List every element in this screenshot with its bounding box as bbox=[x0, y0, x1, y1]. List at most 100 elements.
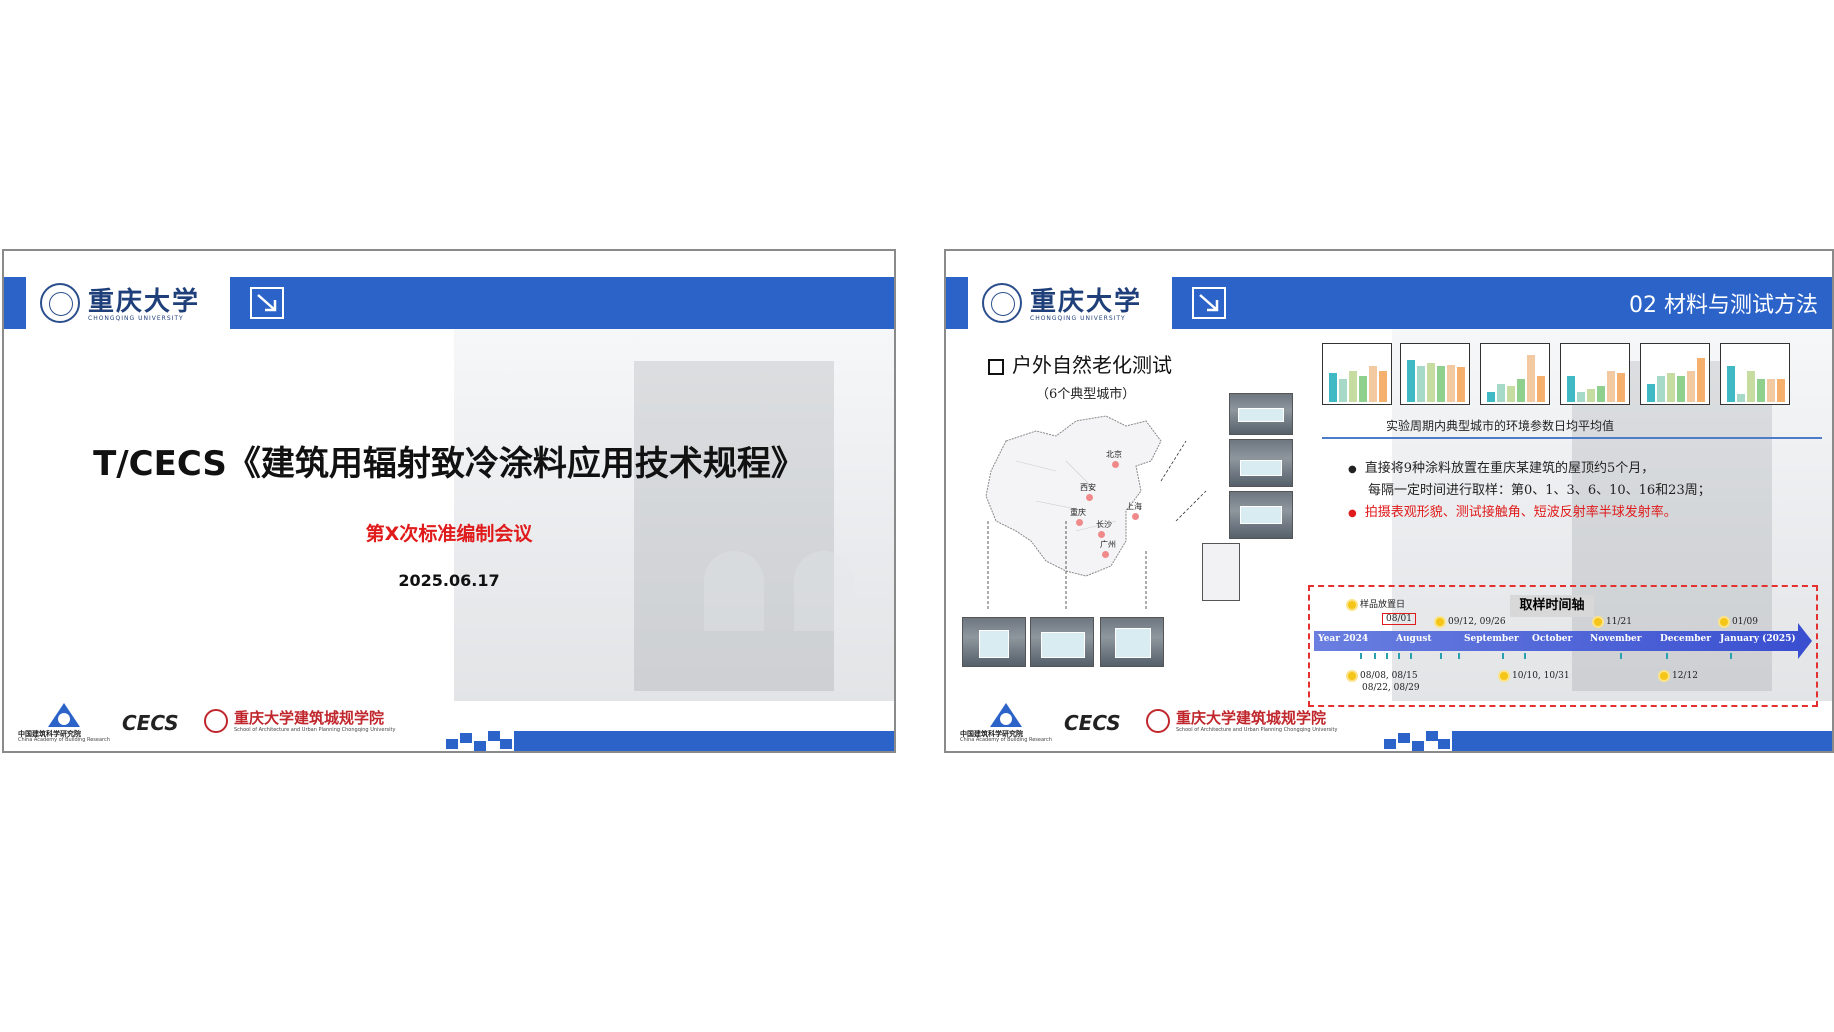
env-mini-bar bbox=[1487, 392, 1495, 402]
bullet-item: ● 直接将9种涂料放置在重庆某建筑的屋顶约5个月， bbox=[1348, 461, 1655, 476]
env-mini-bar bbox=[1437, 366, 1445, 402]
timeline-placement-label: 样品放置日 bbox=[1348, 597, 1405, 610]
slide-title: T/CECS《建筑用辐射致冷涂料应用技术规程》 bbox=[93, 444, 805, 484]
footer-checker-pattern bbox=[1382, 731, 1452, 751]
rooftop-photo bbox=[962, 617, 1026, 667]
footer-org-en: China Academy of Building Research bbox=[960, 737, 1052, 743]
env-mini-bar bbox=[1329, 373, 1337, 402]
university-logo: 重庆大学 CHONGQING UNIVERSITY bbox=[968, 277, 1172, 329]
timeline-arrowhead bbox=[1798, 623, 1812, 659]
sun-icon bbox=[1436, 617, 1444, 626]
logo-chinese-name: 重庆大学 bbox=[1030, 287, 1143, 317]
sun-icon bbox=[1348, 600, 1356, 609]
env-mini-bar bbox=[1687, 371, 1695, 402]
cabr-logo-icon bbox=[48, 703, 80, 727]
env-mini-bar bbox=[1597, 386, 1605, 402]
env-mini-bar bbox=[1407, 360, 1415, 402]
timeline-note: 09/12, 09/26 bbox=[1436, 617, 1506, 627]
env-mini-bar bbox=[1617, 373, 1625, 402]
header-band: 02 材料与测试方法 bbox=[1172, 277, 1832, 329]
bullet-item: ● 拍摄表观形貌、测试接触角、短波反射率半球发射率。 bbox=[1348, 505, 1677, 520]
env-mini-bar bbox=[1737, 394, 1745, 402]
connector-lines bbox=[987, 440, 1207, 611]
sun-icon bbox=[1594, 617, 1602, 626]
school-seal-icon bbox=[204, 709, 228, 733]
slide-date: 2025.06.17 bbox=[398, 571, 500, 590]
content-heading: 户外自然老化测试 bbox=[988, 349, 1172, 378]
timeline-month: December bbox=[1660, 634, 1712, 644]
env-mini-bar bbox=[1417, 366, 1425, 402]
sampling-timeline: 取样时间轴 样品放置日 08/01 09/12, 09/26 11/21 01/… bbox=[1308, 585, 1818, 707]
env-mini-bar bbox=[1587, 389, 1595, 402]
env-mini-bar bbox=[1777, 379, 1785, 402]
env-mini-bar bbox=[1727, 366, 1735, 402]
footer-logos: 中国建筑科学研究院 China Academy of Building Rese… bbox=[16, 701, 416, 743]
timeline-month: January (2025) bbox=[1720, 634, 1796, 644]
env-mini-bar bbox=[1527, 355, 1535, 402]
section-title: 02 材料与测试方法 bbox=[1629, 293, 1818, 318]
env-mini-bar bbox=[1757, 379, 1765, 402]
env-mini-chart bbox=[1400, 343, 1470, 405]
footer-school-en: School of Architecture and Urban Plannin… bbox=[234, 727, 396, 733]
env-mini-bar bbox=[1339, 379, 1347, 402]
env-mini-bar bbox=[1507, 386, 1515, 402]
rooftop-photo bbox=[1229, 491, 1293, 539]
sun-icon bbox=[1720, 617, 1728, 626]
env-mini-bar bbox=[1577, 392, 1585, 402]
cecs-logo: CECS bbox=[1064, 711, 1121, 735]
footer-school-cn: 重庆大学建筑城规学院 bbox=[1176, 709, 1327, 727]
env-mini-bar bbox=[1647, 384, 1655, 402]
logo-chinese-name: 重庆大学 bbox=[88, 287, 201, 317]
env-mini-chart bbox=[1480, 343, 1550, 405]
divider-line bbox=[1322, 437, 1822, 439]
timeline-note: 10/10, 10/31 bbox=[1500, 671, 1570, 681]
footer-school-cn: 重庆大学建筑城规学院 bbox=[234, 709, 385, 727]
header-band-left bbox=[4, 277, 26, 329]
timeline-month: Year 2024 bbox=[1318, 634, 1369, 644]
env-mini-bar bbox=[1447, 365, 1455, 402]
bullet-item-continued: 每隔一定时间进行取样：第0、1、3、6、10、16和23周； bbox=[1368, 483, 1711, 498]
timeline-month: November bbox=[1590, 634, 1642, 644]
footer-band bbox=[1452, 731, 1832, 751]
timeline-month: September bbox=[1464, 634, 1519, 644]
env-mini-bar bbox=[1747, 371, 1755, 402]
env-mini-bar bbox=[1697, 358, 1705, 402]
slide-subtitle: 第X次标准编制会议 bbox=[365, 523, 533, 545]
env-mini-bar bbox=[1379, 371, 1387, 402]
footer-school-en: School of Architecture and Urban Plannin… bbox=[1176, 727, 1338, 733]
env-mini-bar bbox=[1567, 376, 1575, 402]
env-mini-bar bbox=[1359, 376, 1367, 402]
timeline-note: 01/09 bbox=[1720, 617, 1758, 627]
timeline-note: 12/12 bbox=[1660, 671, 1698, 681]
content-subheading: （6个典型城市） bbox=[1036, 387, 1136, 402]
cabr-logo-icon bbox=[990, 703, 1022, 727]
background-arch bbox=[794, 551, 854, 631]
env-mini-bar bbox=[1497, 384, 1505, 402]
timeline-title: 取样时间轴 bbox=[1510, 595, 1594, 617]
footer-logos: 中国建筑科学研究院 China Academy of Building Rese… bbox=[958, 701, 1358, 743]
timeline-note: 08/22, 08/29 bbox=[1362, 683, 1420, 693]
slide-thumbnail-1[interactable]: 重庆大学 CHONGQING UNIVERSITY T/CECS《建筑用辐射致冷… bbox=[2, 249, 896, 753]
footer-band bbox=[514, 731, 894, 751]
timeline-note: 11/21 bbox=[1594, 617, 1632, 627]
map-inset-photo bbox=[1202, 543, 1240, 601]
logo-english-name: CHONGQING UNIVERSITY bbox=[88, 315, 184, 322]
env-mini-bar bbox=[1667, 373, 1675, 402]
sun-icon bbox=[1500, 671, 1508, 680]
rooftop-photo bbox=[1229, 393, 1293, 435]
rooftop-photo bbox=[1229, 439, 1293, 487]
header-band-left bbox=[946, 277, 968, 329]
env-mini-chart bbox=[1560, 343, 1630, 405]
env-mini-bar bbox=[1767, 379, 1775, 402]
university-seal-icon bbox=[40, 283, 80, 323]
diagonal-arrow-icon bbox=[1192, 287, 1226, 319]
env-mini-bar bbox=[1369, 366, 1377, 402]
slide-thumbnail-2[interactable]: 重庆大学 CHONGQING UNIVERSITY 02 材料与测试方法 户外自… bbox=[944, 249, 1834, 753]
sun-icon bbox=[1348, 671, 1356, 680]
sun-icon bbox=[1660, 671, 1668, 680]
university-seal-icon bbox=[982, 283, 1022, 323]
rooftop-photo bbox=[1100, 617, 1164, 667]
timeline-placement-date: 08/01 bbox=[1382, 613, 1416, 625]
footer-checker-pattern bbox=[444, 731, 514, 751]
rooftop-photo bbox=[1030, 617, 1094, 667]
